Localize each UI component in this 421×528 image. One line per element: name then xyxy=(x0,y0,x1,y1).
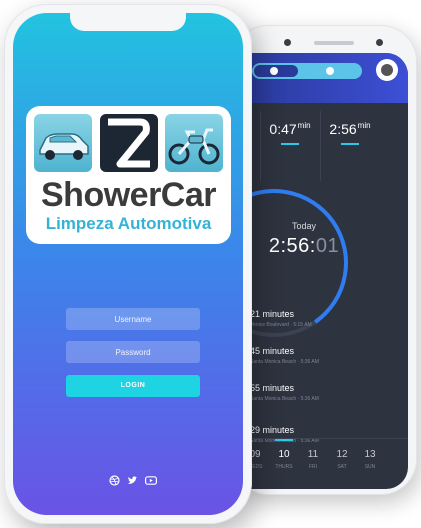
day-number: 10 xyxy=(278,449,290,460)
entry-duration: 21 minutes xyxy=(250,309,295,319)
list-item[interactable]: 45 minutes Santa Monica Beach · 5:36 AM xyxy=(250,346,400,365)
day-name: SUN xyxy=(364,464,376,470)
list-item[interactable]: 55 minutes Santa Monica Beach · 5:36 AM xyxy=(250,383,400,402)
password-input[interactable] xyxy=(66,341,200,363)
list-item[interactable]: 21 minutes Venice Boulevard · 5:15 AM xyxy=(250,309,400,328)
time-value: 0:47min xyxy=(269,121,311,137)
drop-icon xyxy=(326,67,334,75)
login-button[interactable]: LOGIN xyxy=(66,375,200,397)
time-cell: 2:56min xyxy=(320,111,380,181)
time-value: 2:56min xyxy=(329,121,371,137)
brand-tagline: Limpeza Automotiva xyxy=(45,214,212,233)
day-name: SAT xyxy=(337,464,347,470)
dribbble-icon[interactable] xyxy=(109,473,120,486)
speaker-slot xyxy=(314,41,354,45)
day-number: 13 xyxy=(364,449,376,460)
today-time: 2:56:01 xyxy=(268,235,340,257)
entry-duration: 45 minutes xyxy=(250,346,295,356)
road-icon xyxy=(100,114,158,172)
day-item[interactable]: 11 FRI xyxy=(300,449,326,470)
clock-icon xyxy=(270,67,278,75)
time-cell: 0:47min xyxy=(260,111,321,181)
time-indicator xyxy=(341,143,359,145)
time-summary: 0:47min 2:56min xyxy=(240,111,408,181)
twitter-icon[interactable] xyxy=(127,473,138,484)
day-item[interactable]: 13 SUN xyxy=(357,449,383,470)
entry-duration: 55 minutes xyxy=(250,383,295,393)
username-input[interactable] xyxy=(66,308,200,330)
avatar[interactable] xyxy=(376,59,398,81)
dashboard-phone: 0:47min 2:56min Today 2:56:01 21 minutes… xyxy=(232,25,417,495)
motorcycle-icon xyxy=(165,114,223,172)
dashboard-screen: 0:47min 2:56min Today 2:56:01 21 minutes… xyxy=(240,53,408,489)
avatar-image xyxy=(381,64,393,76)
entry-location: Santa Monica Beach · 5:36 AM xyxy=(250,396,319,402)
day-selector: 09 WEDS 10 THURS 11 FRI 12 SAT 13 SUN xyxy=(240,438,408,489)
view-segmented-control[interactable] xyxy=(252,63,362,79)
day-number: 11 xyxy=(307,449,319,460)
day-item-active[interactable]: 10 THURS xyxy=(271,439,297,470)
login-screen: ShowerCar Limpeza Automotiva LOGIN xyxy=(13,13,243,515)
sensor-dot xyxy=(376,39,383,46)
day-number: 12 xyxy=(336,449,348,460)
camera-dot xyxy=(284,39,291,46)
day-item[interactable]: 12 SAT xyxy=(329,449,355,470)
brand-logo: ShowerCar Limpeza Automotiva xyxy=(26,106,231,244)
day-name: THURS xyxy=(275,464,293,470)
entry-duration: 29 minutes xyxy=(250,425,295,435)
day-name: FRI xyxy=(308,464,318,470)
today-label: Today xyxy=(291,221,317,231)
active-day-indicator xyxy=(275,439,293,441)
phone-notch xyxy=(70,13,186,31)
dashboard-header xyxy=(240,53,408,103)
phone-sensors xyxy=(284,39,384,49)
car-icon xyxy=(34,114,92,172)
entry-location: Venice Boulevard · 5:15 AM xyxy=(250,322,312,328)
brand-name: ShowerCar xyxy=(41,176,217,214)
youtube-icon[interactable] xyxy=(145,473,158,485)
social-links xyxy=(109,473,158,486)
time-indicator xyxy=(281,143,299,145)
entry-location: Santa Monica Beach · 5:36 AM xyxy=(250,359,319,365)
login-phone: ShowerCar Limpeza Automotiva LOGIN xyxy=(4,4,252,524)
